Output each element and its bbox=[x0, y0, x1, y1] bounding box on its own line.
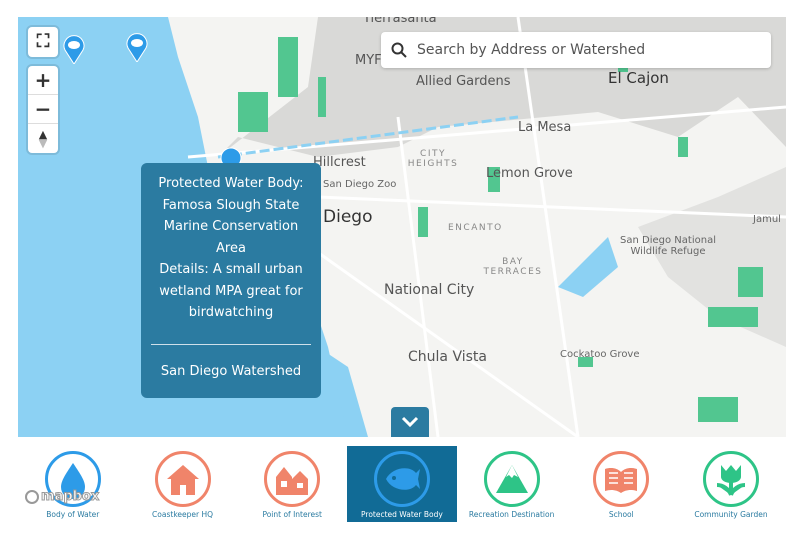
map-label: Tierrasanta bbox=[363, 17, 437, 26]
fish-marker-icon[interactable] bbox=[63, 34, 85, 64]
compass-button[interactable]: ▲ ▼ bbox=[28, 124, 58, 153]
map-label: Allied Gardens bbox=[416, 74, 511, 89]
popup-type: Protected Water Body: bbox=[158, 176, 304, 191]
legend-item-point-of-interest[interactable]: Point of Interest bbox=[237, 446, 347, 522]
legend-item-recreation-destination[interactable]: Recreation Destination bbox=[457, 446, 567, 522]
map-label: La Mesa bbox=[518, 120, 572, 135]
map-label: San Diego Zoo bbox=[323, 179, 397, 190]
legend-icon-circle bbox=[373, 451, 430, 507]
buildings-icon bbox=[276, 467, 309, 495]
mapbox-logo: mapbox bbox=[25, 489, 100, 505]
chevron-down-icon bbox=[401, 416, 419, 428]
legend-icon-circle bbox=[702, 451, 759, 507]
search-input[interactable] bbox=[417, 42, 757, 58]
popup-watershed[interactable]: San Diego Watershed bbox=[149, 361, 313, 383]
collapse-legend-button[interactable] bbox=[391, 407, 429, 437]
legend-icon-circle bbox=[154, 451, 211, 507]
map-label: Jamul bbox=[753, 214, 781, 225]
zoom-controls: + − ▲ ▼ bbox=[28, 66, 58, 153]
zoom-out-button[interactable]: − bbox=[28, 95, 58, 124]
legend-item-body-of-water[interactable]: Body of Water bbox=[18, 446, 128, 522]
map-label: CITY HEIGHTS bbox=[407, 149, 459, 169]
legend-label: Protected Water Body bbox=[361, 510, 443, 519]
map[interactable]: Tierrasanta MYF Allied Gardens El Cajon … bbox=[18, 17, 786, 437]
map-label: National City bbox=[384, 282, 475, 298]
map-tiles bbox=[18, 17, 786, 437]
book-icon bbox=[605, 468, 638, 493]
popup-name: Famosa Slough State Marine Conservation … bbox=[162, 197, 300, 256]
fullscreen-icon: ⛶ bbox=[36, 31, 50, 52]
map-popup: Protected Water Body: Famosa Slough Stat… bbox=[141, 163, 321, 398]
legend-item-coastkeeper-hq[interactable]: Coastkeeper HQ bbox=[128, 446, 238, 522]
legend-label: Community Garden bbox=[694, 510, 768, 519]
legend-icon-circle bbox=[593, 451, 650, 507]
map-label: Lemon Grove bbox=[486, 166, 573, 181]
legend-label: School bbox=[608, 510, 634, 519]
fullscreen-button[interactable]: ⛶ bbox=[28, 27, 58, 57]
map-label: El Cajon bbox=[608, 69, 669, 87]
map-label: ENCANTO bbox=[448, 223, 503, 233]
map-label: Chula Vista bbox=[408, 349, 487, 365]
search-box bbox=[381, 32, 771, 68]
tulip-icon bbox=[716, 465, 746, 496]
legend-item-school[interactable]: School bbox=[566, 446, 676, 522]
search-icon bbox=[391, 42, 407, 58]
fish-marker-icon[interactable] bbox=[126, 32, 148, 62]
map-label: San Diego National Wildlife Refuge bbox=[620, 235, 716, 257]
legend-icon-circle bbox=[264, 451, 321, 507]
map-label: BAY TERRACES bbox=[483, 257, 543, 277]
popup-divider bbox=[151, 343, 311, 345]
popup-details: Details: A small urban wetland MPA great… bbox=[159, 262, 303, 320]
legend-item-community-garden[interactable]: Community Garden bbox=[676, 446, 786, 522]
legend-label: Point of Interest bbox=[262, 510, 322, 519]
map-label: MYF bbox=[355, 53, 382, 68]
legend-item-protected-water-body[interactable]: Protected Water Body bbox=[347, 446, 457, 522]
legend-label: Coastkeeper HQ bbox=[152, 510, 214, 519]
zoom-in-button[interactable]: + bbox=[28, 66, 58, 95]
house-icon bbox=[166, 465, 199, 495]
legend-label: Recreation Destination bbox=[468, 510, 555, 519]
legend-icon-circle bbox=[483, 451, 540, 507]
legend-label: Body of Water bbox=[46, 510, 100, 519]
compass-icon: ▲ ▼ bbox=[38, 127, 48, 150]
mountain-icon bbox=[495, 465, 528, 493]
map-label: Diego bbox=[323, 207, 373, 227]
legend-bar: Body of Water Coastkeeper HQ Point of Inte… bbox=[18, 446, 786, 522]
fish-icon bbox=[385, 468, 420, 490]
map-label: Cockatoo Grove bbox=[560, 349, 640, 360]
